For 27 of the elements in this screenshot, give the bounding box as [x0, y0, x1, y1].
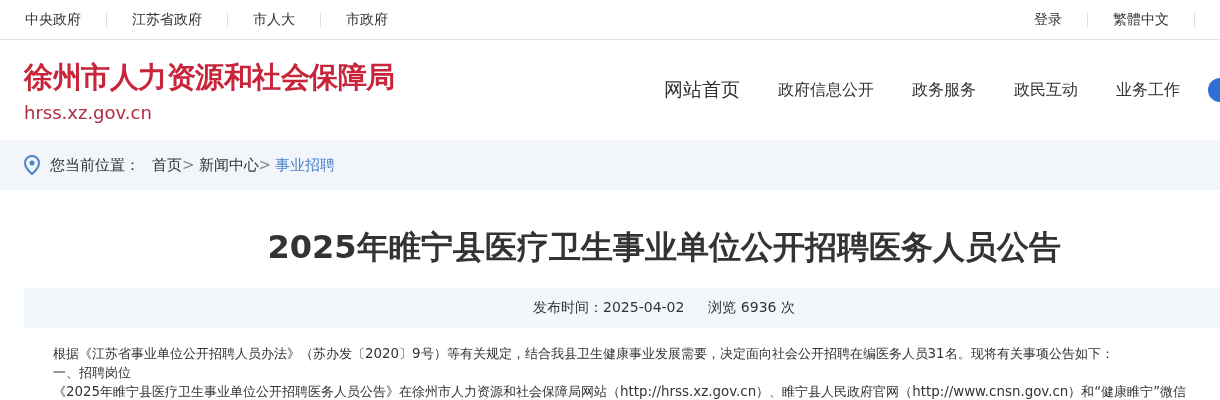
- breadcrumb-link[interactable]: 新闻中心: [198, 155, 259, 175]
- nav-item[interactable]: 政务服务: [912, 79, 976, 101]
- top-link[interactable]: 中央政府: [25, 10, 81, 29]
- nav-item[interactable]: 业务工作: [1116, 79, 1180, 101]
- article-paragraph: 根据《江苏省事业单位公开招聘人员办法》（苏办发〔2020〕9号）等有关规定，结合我县卫生健康事业发展需要，决定面向社会公开招聘在编医务人员31名。现将有关事项公告如下：: [53, 345, 1115, 363]
- publish-date: 发布时间：2025-04-02: [533, 299, 685, 317]
- site-name: 徐州市人力资源和社会保障局: [24, 58, 395, 96]
- top-link[interactable]: 江苏省政府: [132, 10, 202, 29]
- top-link[interactable]: 繁體中文: [1113, 10, 1169, 29]
- location-label: 您当前位置：: [50, 155, 140, 175]
- breadcrumb-separator: >: [258, 156, 272, 174]
- top-link[interactable]: 市人大: [253, 10, 295, 29]
- breadcrumb-link[interactable]: 首页: [152, 155, 182, 175]
- article-paragraph: 一、招聘岗位: [53, 364, 132, 382]
- top-link[interactable]: 登录: [1034, 10, 1062, 29]
- article-paragraph: 《2025年睢宁县医疗卫生事业单位公开招聘医务人员公告》在徐州市人力资源和社会保障局网站（http://hrss.xz.gov.cn）、睢宁县人民政府官网（http://www.cnsn.gov.cn）和“健康睢宁”微信: [53, 383, 1188, 400]
- view-count: 浏览 6936 次: [708, 299, 795, 317]
- top-link[interactable]: 市政府: [346, 10, 388, 29]
- location-pin-icon: [24, 155, 40, 175]
- breadcrumb-link[interactable]: 事业招聘: [275, 155, 336, 175]
- article-title: 2025年睢宁县医疗卫生事业单位公开招聘医务人员公告: [266, 227, 1062, 268]
- breadcrumb-separator: >: [182, 156, 195, 174]
- nav-item[interactable]: 政府信息公开: [778, 79, 874, 101]
- nav-item[interactable]: 网站首页: [664, 77, 740, 103]
- round-icon[interactable]: [1208, 78, 1220, 102]
- nav-item[interactable]: 政民互动: [1014, 79, 1078, 101]
- site-domain: hrss.xz.gov.cn: [24, 101, 153, 123]
